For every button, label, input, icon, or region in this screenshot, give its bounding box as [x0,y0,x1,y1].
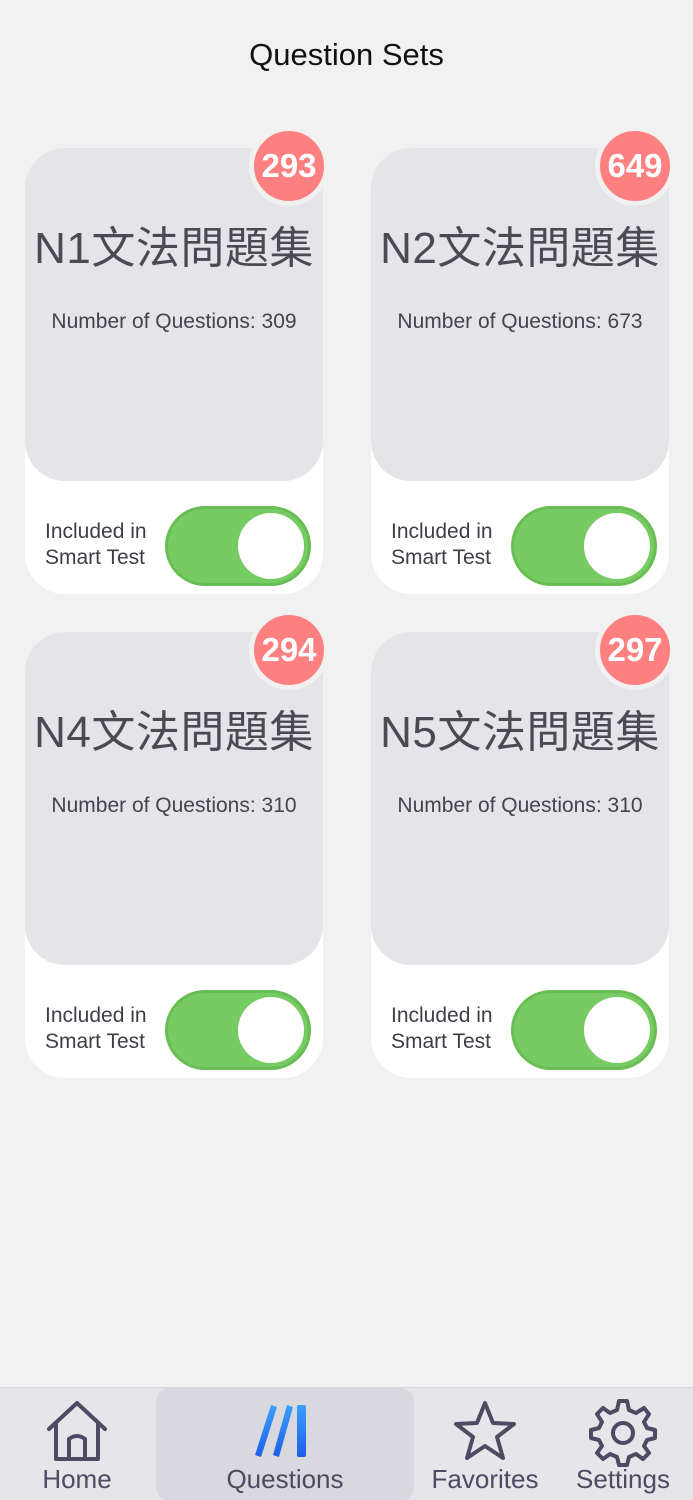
tab-bar: Home Questions Favorites Settings [0,1387,693,1500]
star-icon [454,1401,516,1460]
card-title: N2文法問題集 [380,224,660,273]
card-title: N5文法問題集 [380,708,660,757]
tab-label: Questions [226,1464,344,1494]
toggle-label-line2: Smart Test [391,1030,491,1053]
home-icon [47,1401,107,1461]
remaining-badge: 649 [595,126,675,206]
question-set-card[interactable]: N5文法問題集 Number of Questions: 310 297 Inc… [371,610,675,1078]
toggle-label: Included in Smart Test [45,1003,165,1055]
question-count: Number of Questions: 673 [397,310,643,333]
question-set-card[interactable]: N2文法問題集 Number of Questions: 673 649 Inc… [371,126,675,594]
smart-test-toggle[interactable] [511,506,657,586]
smart-test-toggle[interactable] [511,990,657,1070]
toggle-label: Included in Smart Test [45,519,165,571]
toggle-label: Included in Smart Test [391,519,511,571]
page-title: Question Sets [249,37,444,72]
toggle-label-line2: Smart Test [45,1030,145,1053]
tab-settings[interactable]: Settings [566,1388,680,1500]
toggle-knob [238,513,304,579]
header: Question Sets [0,0,693,112]
toggle-label-line1: Included in [391,520,493,543]
tab-questions[interactable]: Questions [156,1388,414,1500]
gear-icon [589,1399,657,1467]
question-sets-screen: Question Sets N1文法問題集 Number of Question… [0,0,693,1500]
tab-label: Home [42,1464,112,1494]
toggle-knob [238,997,304,1063]
remaining-badge: 297 [595,610,675,690]
smart-test-toggle[interactable] [165,990,311,1070]
card-title: N1文法問題集 [34,224,314,273]
toggle-label-line1: Included in [45,520,147,543]
toggle-label: Included in Smart Test [391,1003,511,1055]
question-set-card[interactable]: N4文法問題集 Number of Questions: 310 294 Inc… [25,610,329,1078]
toggle-knob [584,513,650,579]
toggle-label-line1: Included in [45,1004,147,1027]
toggle-knob [584,997,650,1063]
remaining-badge: 293 [249,126,329,206]
remaining-badge: 294 [249,610,329,690]
question-count: Number of Questions: 309 [51,310,297,333]
question-count: Number of Questions: 310 [397,794,643,817]
tab-label: Favorites [431,1464,539,1494]
question-count: Number of Questions: 310 [51,794,297,817]
card-title: N4文法問題集 [34,708,314,757]
toggle-label-line2: Smart Test [45,546,145,569]
tab-label: Settings [576,1464,670,1494]
tab-home[interactable]: Home [20,1388,134,1500]
toggle-label-line1: Included in [391,1004,493,1027]
question-set-card[interactable]: N1文法問題集 Number of Questions: 309 293 Inc… [25,126,329,594]
questions-icon [255,1405,306,1457]
tab-favorites[interactable]: Favorites [424,1388,546,1500]
smart-test-toggle[interactable] [165,506,311,586]
toggle-label-line2: Smart Test [391,546,491,569]
